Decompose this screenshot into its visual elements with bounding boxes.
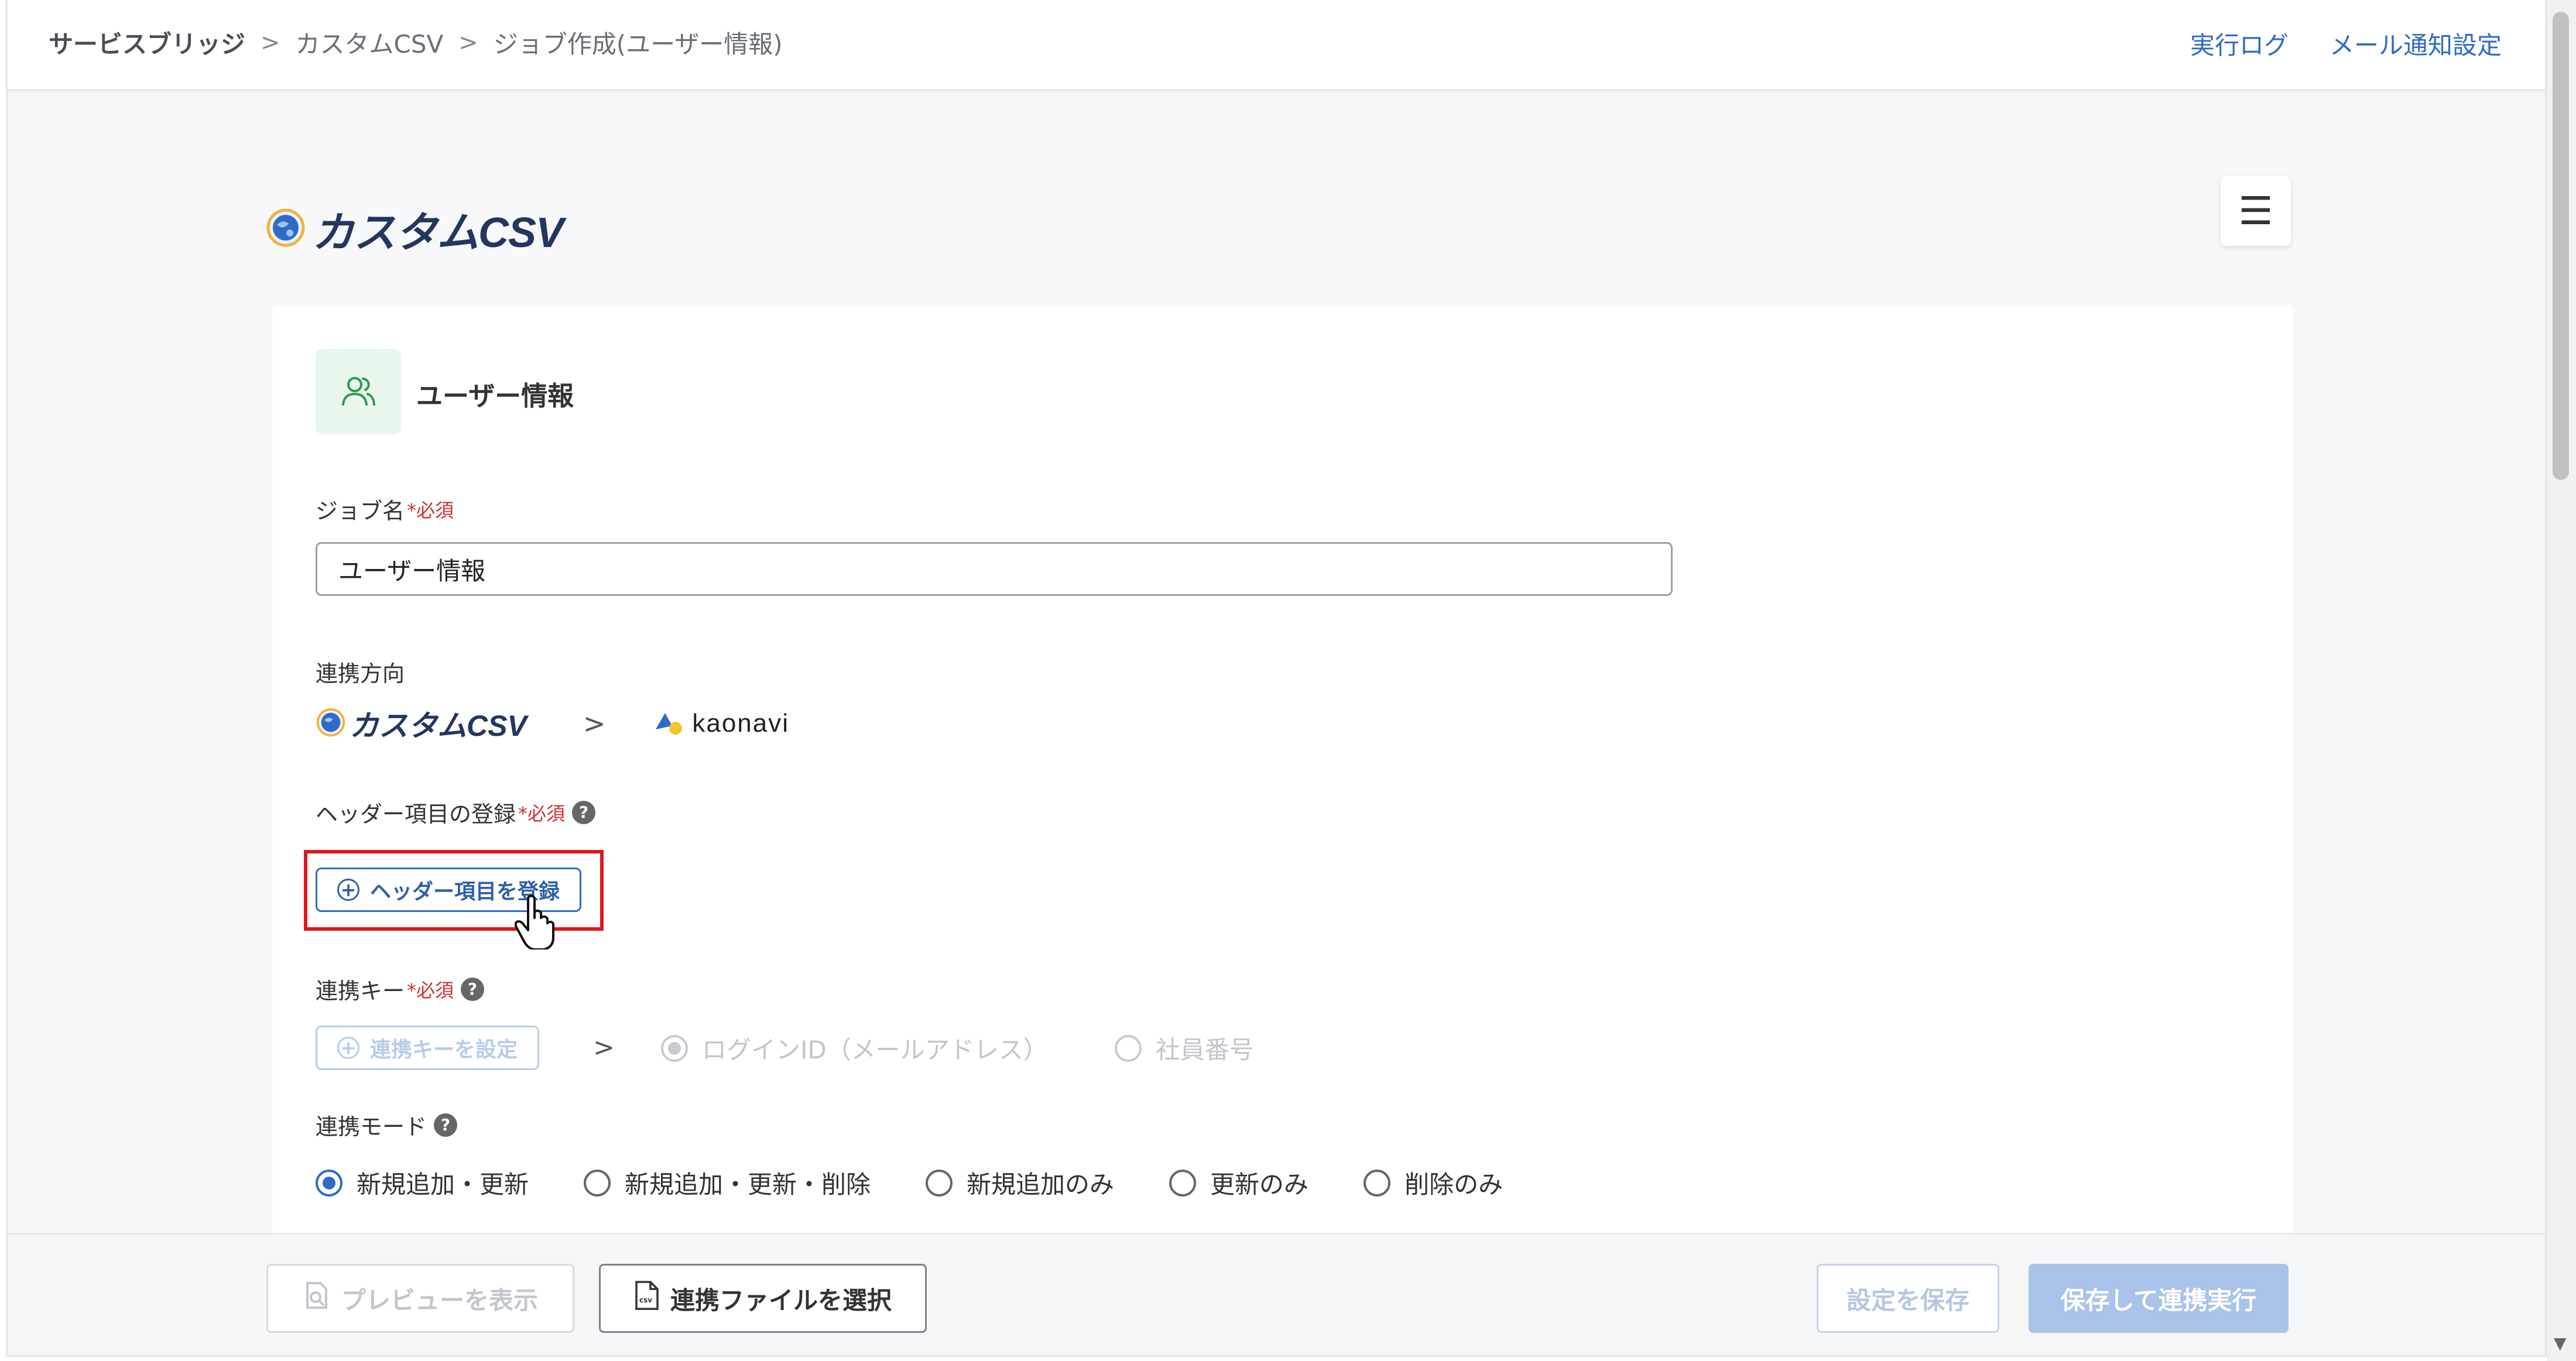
sync-mode-options: 新規追加・更新 新規追加・更新・削除 新規追加のみ 更新のみ 削除のみ (316, 1165, 1558, 1201)
preview-button[interactable]: プレビューを表示 (266, 1264, 574, 1333)
preview-search-icon (303, 1281, 331, 1316)
breadcrumb-separator: > (261, 29, 280, 56)
direction-target: kaonavi (692, 709, 790, 738)
kaonavi-logo-icon (652, 708, 685, 739)
sync-mode-label: 連携モード ? (316, 1109, 458, 1141)
header-items-label: ヘッダー項目の登録 *必須 ? (316, 796, 596, 828)
required-mark: *必須 (518, 802, 566, 825)
scrollbar-thumb[interactable] (2553, 12, 2569, 480)
required-mark: *必須 (407, 499, 454, 522)
save-settings-button[interactable]: 設定を保存 (1817, 1264, 1999, 1333)
radio-unselected-icon (1364, 1169, 1391, 1197)
breadcrumb-separator: > (458, 29, 478, 56)
sync-direction: カスタムCSV > kaonavi (316, 702, 789, 745)
app-window: サービスブリッジ > カスタムCSV > ジョブ作成(ユーザー情報) 実行ログ … (6, 0, 2547, 1357)
radio-unselected-icon (1114, 1034, 1142, 1062)
sync-mode-label-text: 連携モード (316, 1114, 427, 1140)
set-link-key-button-label: 連携キーを設定 (370, 1038, 518, 1062)
breadcrumb: サービスブリッジ > カスタムCSV > ジョブ作成(ユーザー情報) (49, 25, 783, 60)
sync-mode-option-label: 更新のみ (1210, 1170, 1309, 1199)
link-key-options: ログインID（メールアドレス） 社員番号 (661, 1030, 1309, 1066)
sync-mode-option-add-update-delete[interactable]: 新規追加・更新・削除 (584, 1165, 871, 1201)
direction-source: カスタムCSV (350, 709, 527, 742)
chevron-right-icon: > (593, 1033, 615, 1062)
custom-csv-logo-icon (316, 707, 346, 740)
help-icon[interactable]: ? (434, 1113, 458, 1137)
radio-unselected-icon (1169, 1169, 1197, 1197)
vertical-scrollbar[interactable]: ▼ (2547, 0, 2576, 1361)
radio-selected-icon (661, 1034, 688, 1062)
top-bar: サービスブリッジ > カスタムCSV > ジョブ作成(ユーザー情報) 実行ログ … (8, 0, 2545, 91)
sync-mode-option-label: 新規追加・更新・削除 (625, 1170, 871, 1199)
required-mark: *必須 (407, 979, 454, 1002)
help-icon[interactable]: ? (461, 977, 485, 1001)
sync-mode-option-update-only[interactable]: 更新のみ (1169, 1165, 1308, 1201)
breadcrumb-current: ジョブ作成(ユーザー情報) (493, 30, 783, 59)
preview-button-label: プレビューを表示 (341, 1285, 538, 1315)
set-link-key-button[interactable]: + 連携キーを設定 (316, 1026, 540, 1070)
link-key-label-text: 連携キー (316, 978, 405, 1004)
breadcrumb-root[interactable]: サービスブリッジ (49, 25, 245, 60)
sync-mode-option-add-update[interactable]: 新規追加・更新 (316, 1165, 529, 1201)
sync-mode-option-label: 新規追加・更新 (357, 1170, 529, 1199)
brand-name: カスタムCSV (312, 210, 564, 256)
plus-circle-icon: + (337, 879, 359, 901)
mail-notification-settings-link[interactable]: メール通知設定 (2330, 26, 2502, 61)
svg-text:csv: csv (639, 1296, 652, 1304)
footer-action-bar: プレビューを表示 csv 連携ファイルを選択 設定を保存 保存して連携実行 (8, 1233, 2545, 1355)
chevron-right-icon: > (583, 708, 606, 739)
brand-logo: カスタムCSV (265, 198, 564, 259)
direction-label: 連携方向 (316, 661, 405, 687)
scroll-down-arrow-icon[interactable]: ▼ (2554, 1333, 2567, 1353)
hamburger-menu-icon[interactable]: ☰ (2221, 176, 2291, 246)
top-nav: 実行ログ メール通知設定 (2190, 26, 2502, 61)
sync-mode-option-delete-only[interactable]: 削除のみ (1364, 1165, 1503, 1201)
save-and-run-button[interactable]: 保存して連携実行 (2029, 1264, 2289, 1333)
select-file-button-label: 連携ファイルを選択 (670, 1285, 892, 1315)
radio-unselected-icon (584, 1169, 611, 1197)
section-title: ユーザー情報 (416, 380, 574, 412)
csv-file-icon: csv (634, 1280, 660, 1317)
radio-selected-icon (316, 1169, 342, 1197)
breadcrumb-item-custom-csv[interactable]: カスタムCSV (296, 25, 444, 60)
job-name-input[interactable] (316, 542, 1673, 596)
header-items-label-text: ヘッダー項目の登録 (316, 801, 516, 827)
help-icon[interactable]: ? (572, 800, 596, 824)
job-name-label-text: ジョブ名 (316, 498, 405, 524)
link-key-option-label: ログインID（メールアドレス） (702, 1036, 1048, 1064)
link-key-option-login-id[interactable]: ログインID（メールアドレス） (661, 1030, 1048, 1066)
plus-circle-icon: + (337, 1037, 359, 1059)
link-key-option-label: 社員番号 (1155, 1036, 1254, 1064)
sync-mode-option-label: 削除のみ (1405, 1170, 1503, 1199)
link-key-label: 連携キー *必須 ? (316, 973, 485, 1005)
globe-logo-icon (265, 207, 306, 251)
job-form-card: ユーザー情報 ジョブ名 *必須 連携方向 カスタムCSV > (272, 306, 2293, 1301)
job-name-label: ジョブ名 *必須 (316, 493, 454, 525)
users-icon (316, 349, 401, 434)
select-file-button[interactable]: csv 連携ファイルを選択 (599, 1264, 927, 1333)
radio-unselected-icon (926, 1169, 953, 1197)
link-key-option-employee-number[interactable]: 社員番号 (1114, 1030, 1254, 1066)
execution-log-link[interactable]: 実行ログ (2190, 26, 2289, 61)
hand-pointer-icon (514, 893, 560, 952)
sync-mode-option-label: 新規追加のみ (967, 1170, 1115, 1199)
sync-mode-option-add-only[interactable]: 新規追加のみ (926, 1165, 1114, 1201)
